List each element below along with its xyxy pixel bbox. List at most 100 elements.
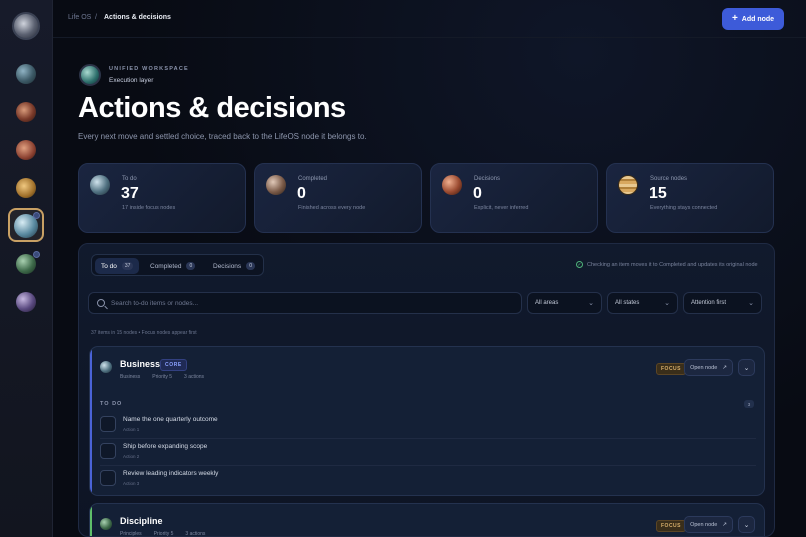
group-meta: Principles Priority 5 3 actions [120,531,205,537]
stat-value: 0 [473,185,482,202]
group-accent [90,504,92,536]
rail-node-mars-icon[interactable] [16,140,36,160]
tab-label: Completed [150,262,182,270]
search-box[interactable] [88,292,522,314]
node-green-planet-icon [100,518,112,530]
open-node-button[interactable]: Open node ↗ [684,516,733,533]
rail-node-venus-icon[interactable] [16,178,36,198]
check-circle-icon: ✓ [576,261,583,268]
tab-todo[interactable]: To do 37 [95,258,140,274]
group-meta-priority: Priority 5 [153,531,174,537]
expand-button[interactable]: ⌄ [738,516,755,533]
breadcrumb-root[interactable]: Life OS [68,14,91,21]
stat-card-todo[interactable]: To do 37 17 inside focus nodes [78,163,246,233]
group-meta-area: Business [120,374,141,380]
plus-icon: + [731,13,738,24]
tab-count: 37 [121,262,134,270]
add-node-button[interactable]: + Add node [722,8,784,30]
rail-node-ring-icon[interactable] [16,102,36,122]
stat-value: 0 [297,185,306,202]
todo-sub: Action 1 [123,427,140,432]
list-meta: 37 items in 15 nodes • Focus nodes appea… [91,330,197,336]
group-accent [90,347,92,495]
breadcrumb-current: Actions & decisions [104,14,171,21]
section-label: TO DO [100,401,123,407]
tab-completed[interactable]: Completed 0 [144,258,201,274]
sort-select[interactable]: Attention first ⌄ [683,292,762,314]
tab-count: 0 [246,262,255,270]
stat-label: Completed [298,176,328,182]
stat-card-source-nodes[interactable]: Source nodes 15 Everything stays connect… [606,163,774,233]
todo-title: Name the one quarterly outcome [123,416,218,423]
stat-sub: Explicit, never inferred [474,205,529,211]
arrow-up-right-icon: ↗ [722,521,727,528]
todo-checkbox[interactable] [100,470,116,486]
page-description: Every next move and settled choice, trac… [78,132,367,141]
workspace-eyebrow: UNIFIED WORKSPACE [109,66,189,72]
stat-sub: Everything stays connected [650,205,718,211]
state-filter-select[interactable]: All states ⌄ [607,292,678,314]
tab-label: Decisions [213,262,242,270]
moon-icon [266,175,286,195]
mars-icon [442,175,462,195]
focus-badge: FOCUS [656,363,686,375]
app-rail [0,0,53,537]
group-meta-area: Principles [120,531,142,537]
todo-title: Review leading indicators weekly [123,470,219,477]
group-meta: Business Priority 5 3 actions [120,374,204,380]
tab-decisions[interactable]: Decisions 0 [207,258,261,274]
group-meta-count: 3 actions [184,374,205,380]
todo-title: Ship before expanding scope [123,443,208,450]
todo-checkbox[interactable] [100,443,116,459]
state-filter-value: All states [615,300,640,306]
rail-node-earth-icon[interactable] [16,64,36,84]
stat-label: Decisions [474,176,501,182]
todo-sub: Action 3 [123,481,140,486]
todo-item: Review leading indicators weekly Action … [100,467,756,489]
rail-badge [33,251,40,258]
tab-label: To do [101,262,117,270]
arrow-up-right-icon: ↗ [722,364,727,371]
stat-card-decisions[interactable]: Decisions 0 Explicit, never inferred [430,163,598,233]
section-count: 3 [744,400,754,408]
stat-label: To do [122,176,137,182]
group-meta-priority: Priority 5 [152,374,173,380]
chevron-down-icon: ⌄ [743,364,750,372]
stat-label: Source nodes [650,176,688,182]
rail-node-green-icon[interactable] [16,254,36,274]
search-input[interactable] [111,299,491,307]
top-bar: Life OS / Actions & decisions + Add node [53,0,806,38]
stat-card-completed[interactable]: Completed 0 Finished across every node [254,163,422,233]
group-title[interactable]: Discipline [120,516,163,526]
core-badge: CORE [160,359,187,371]
chevron-down-icon: ⌄ [664,300,670,307]
tab-bar: To do 37 Completed 0 Decisions 0 [91,254,264,276]
rail-badge [33,212,40,219]
hint-text: Checking an item moves it to Completed a… [587,261,758,268]
stat-value: 15 [649,185,667,202]
divider [100,438,756,439]
todo-item: Ship before expanding scope Action 2 [100,440,756,462]
rail-node-violet-icon[interactable] [16,292,36,312]
stat-sub: 17 inside focus nodes [122,205,176,211]
open-node-label: Open node [690,521,718,528]
todo-checkbox[interactable] [100,416,116,432]
breadcrumb-separator: / [95,14,97,21]
tab-count: 0 [186,262,196,270]
divider [100,465,756,466]
add-node-label: Add node [741,15,775,23]
app-logo-icon[interactable] [12,12,40,40]
chevron-down-icon: ⌄ [748,300,754,307]
group-title[interactable]: Business [120,359,160,369]
node-group-business: Business CORE Business Priority 5 3 acti… [89,346,765,496]
open-node-button[interactable]: Open node ↗ [684,359,733,376]
stat-value: 37 [121,185,139,202]
stat-sub: Finished across every node [298,205,366,211]
todo-sub: Action 2 [123,454,140,459]
chevron-down-icon: ⌄ [743,521,750,529]
main-area: Life OS / Actions & decisions + Add node… [53,0,806,537]
focus-badge: FOCUS [656,520,686,532]
expand-button[interactable]: ⌄ [738,359,755,376]
area-filter-select[interactable]: All areas ⌄ [527,292,602,314]
todo-item: Name the one quarterly outcome Action 1 [100,413,756,435]
